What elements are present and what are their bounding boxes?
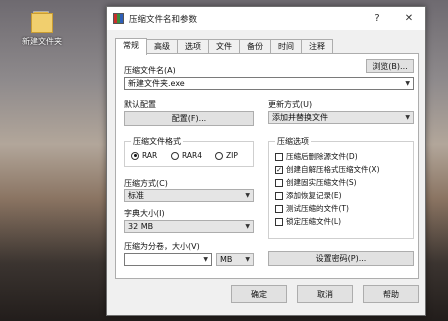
tab-bar: 常规 高级 选项 文件 备份 时间 注释 — [115, 38, 333, 55]
format-rar4-radio[interactable]: RAR4 — [171, 151, 202, 160]
general-panel: 压缩文件名(A) 浏览(B)... 新建文件夹.exe ▼ 默认配置 配置(F)… — [115, 53, 419, 279]
profiles-button[interactable]: 配置(F)... — [124, 111, 254, 126]
option-recovery-record[interactable]: 添加恢复记录(E) — [275, 190, 342, 201]
format-group: 压缩文件格式 RAR RAR4 ZIP — [124, 136, 254, 167]
cancel-button[interactable]: 取消 — [297, 285, 353, 303]
tab-files[interactable]: 文件 — [208, 39, 240, 54]
title-bar: 压缩文件名和参数 ? ✕ — [107, 7, 425, 30]
split-size-input[interactable]: ▼ — [124, 253, 212, 266]
split-label: 压缩为分卷，大小(V) — [124, 242, 200, 251]
chevron-down-icon: ▼ — [245, 256, 250, 263]
default-profile-label: 默认配置 — [124, 100, 156, 109]
archive-name-value: 新建文件夹.exe — [128, 79, 185, 88]
split-unit-select[interactable]: MB ▼ — [216, 253, 254, 266]
update-mode-value: 添加并替换文件 — [272, 113, 328, 122]
browse-button[interactable]: 浏览(B)... — [366, 59, 414, 73]
option-delete-source[interactable]: 压缩后删除源文件(D) — [275, 151, 358, 162]
archive-name-input[interactable]: 新建文件夹.exe ▼ — [124, 77, 414, 90]
tab-options[interactable]: 选项 — [177, 39, 209, 54]
help-button[interactable]: 帮助 — [363, 285, 419, 303]
chevron-down-icon: ▼ — [405, 80, 410, 87]
dict-select[interactable]: 32 MB ▼ — [124, 220, 254, 233]
tab-advanced[interactable]: 高级 — [146, 39, 178, 54]
archive-name-label: 压缩文件名(A) — [124, 66, 176, 75]
winrar-icon — [113, 13, 124, 24]
update-mode-select[interactable]: 添加并替换文件 ▼ — [268, 111, 414, 124]
chevron-down-icon: ▼ — [405, 114, 410, 121]
option-create-sfx[interactable]: ✓ 创建自解压格式压缩文件(X) — [275, 164, 380, 175]
desktop-folder-label: 新建文件夹 — [22, 37, 62, 46]
folder-icon — [31, 8, 53, 34]
chevron-down-icon: ▼ — [203, 256, 208, 263]
options-group-title: 压缩选项 — [275, 136, 311, 147]
options-group: 压缩选项 压缩后删除源文件(D) ✓ 创建自解压格式压缩文件(X) 创建固实压缩文… — [268, 136, 414, 239]
format-rar-radio[interactable]: RAR — [131, 151, 157, 160]
dict-label: 字典大小(I) — [124, 209, 165, 218]
archive-dialog: 压缩文件名和参数 ? ✕ 常规 高级 选项 文件 备份 时间 注释 压缩文件名(… — [106, 6, 426, 316]
set-password-button[interactable]: 设置密码(P)... — [268, 251, 414, 266]
option-solid-archive[interactable]: 创建固实压缩文件(S) — [275, 177, 357, 188]
ok-button[interactable]: 确定 — [231, 285, 287, 303]
chevron-down-icon: ▼ — [245, 223, 250, 230]
method-label: 压缩方式(C) — [124, 179, 168, 188]
close-icon[interactable]: ✕ — [393, 7, 425, 30]
option-test-files[interactable]: 测试压缩的文件(T) — [275, 203, 349, 214]
tab-comment[interactable]: 注释 — [301, 39, 333, 54]
update-mode-label: 更新方式(U) — [268, 100, 313, 109]
window-title: 压缩文件名和参数 — [129, 14, 198, 25]
desktop-folder[interactable]: 新建文件夹 — [14, 8, 70, 47]
format-group-title: 压缩文件格式 — [131, 136, 183, 147]
tab-general[interactable]: 常规 — [115, 38, 147, 55]
help-title-button[interactable]: ? — [361, 7, 393, 30]
tab-backup[interactable]: 备份 — [239, 39, 271, 54]
option-lock-archive[interactable]: 锁定压缩文件(L) — [275, 216, 341, 227]
tab-time[interactable]: 时间 — [270, 39, 302, 54]
format-zip-radio[interactable]: ZIP — [215, 151, 238, 160]
chevron-down-icon: ▼ — [245, 192, 250, 199]
method-select[interactable]: 标准 ▼ — [124, 189, 254, 202]
